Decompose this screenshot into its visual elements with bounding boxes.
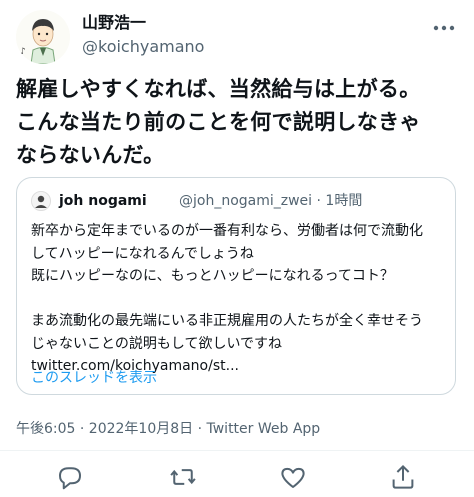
more-icon[interactable]: [430, 18, 458, 38]
action-bar: [0, 462, 474, 492]
quote-text: 新卒から定年までいるのが一番有利なら、労働者は何で流動化 してハッピーになれるん…: [31, 220, 449, 378]
tweet-timestamp[interactable]: 午後6:05 · 2022年10月8日 · Twitter Web App: [16, 418, 320, 438]
quote-avatar: [31, 191, 51, 211]
quote-line: まあ流動化の最先端にいる非正規雇用の人たちが全く幸せそう: [31, 313, 423, 329]
tweet-line: こんな当たり前のことを何で説明しなきゃ: [16, 110, 421, 134]
quoted-tweet[interactable]: joh nogami @joh_nogami_zwei · 1時間 新卒から定年…: [16, 177, 456, 395]
quote-line: 既にハッピーなのに、もっとハッピーになれるってコト？: [31, 268, 394, 284]
svg-text:♪: ♪: [20, 47, 26, 57]
quote-author-name: joh nogami: [59, 193, 147, 209]
tweet-text: 解雇しやすくなれば、当然給与は上がる。 こんな当たり前のことを何で説明しなきゃ …: [16, 73, 466, 172]
show-thread-link[interactable]: このスレッドを表示: [31, 367, 157, 387]
quote-author-handle: @joh_nogami_zwei · 1時間: [179, 193, 363, 209]
author-handle[interactable]: @koichyamano: [82, 36, 204, 58]
retweet-icon[interactable]: [168, 462, 198, 492]
tweet-line: 解雇しやすくなれば、当然給与は上がる。: [16, 77, 421, 101]
tweet-header: ♪ 山野浩一 @koichyamano: [16, 10, 458, 64]
quote-line: 新卒から定年までいるのが一番有利なら、労働者は何で流動化: [31, 223, 423, 239]
tweet-line: ならないんだ。: [16, 143, 165, 167]
like-icon[interactable]: [278, 462, 308, 492]
quote-line: [31, 288, 449, 311]
share-icon[interactable]: [388, 462, 418, 492]
reply-icon[interactable]: [55, 462, 85, 492]
quote-line: じゃないことの説明もして欲しいですね: [31, 335, 283, 352]
quote-line: してハッピーになれるんでしょうね: [31, 245, 254, 262]
display-name[interactable]: 山野浩一: [82, 12, 204, 34]
avatar[interactable]: ♪: [16, 10, 70, 64]
divider: [0, 450, 474, 451]
author-info: 山野浩一 @koichyamano: [82, 12, 204, 58]
